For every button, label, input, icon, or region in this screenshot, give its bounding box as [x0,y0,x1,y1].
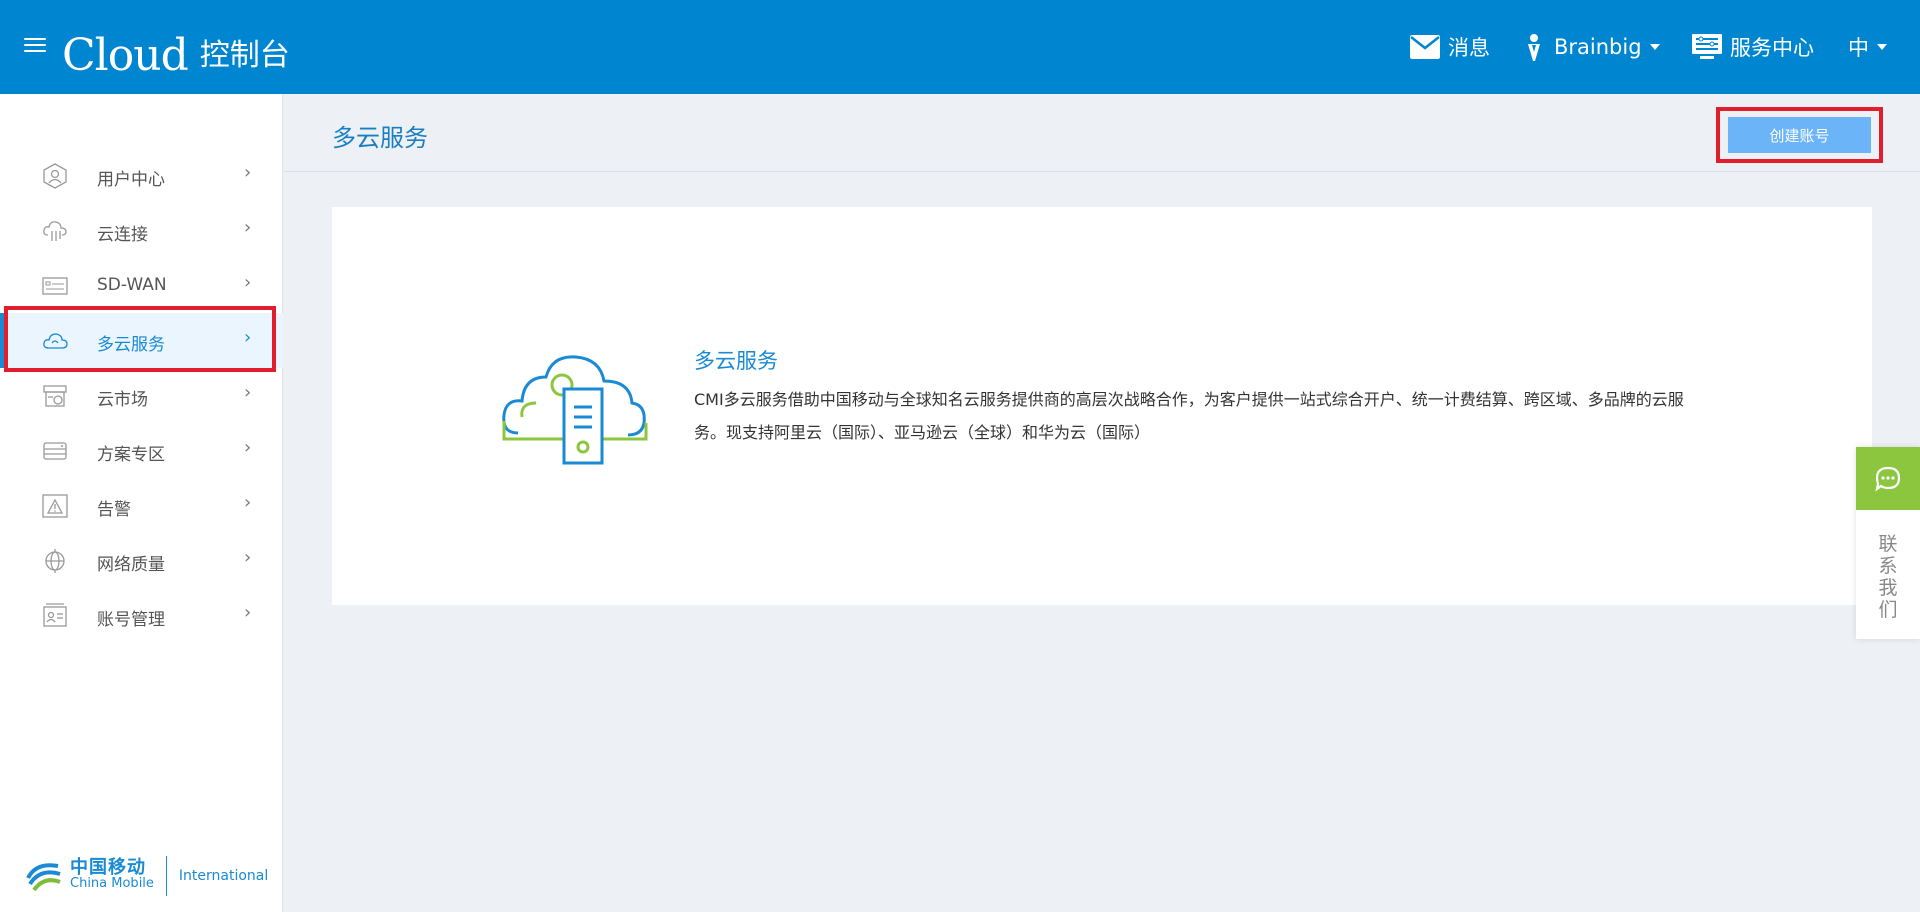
warning-icon [42,494,68,518]
account-card-icon [43,603,67,627]
sidebar-item-alarm[interactable]: 告警 › [0,478,283,533]
sidebar-item-account-management[interactable]: 账号管理 › [0,588,283,643]
brand[interactable]: Cloud 控制台 [62,22,290,78]
sidebar-item-label: SD-WAN [97,275,167,295]
china-mobile-text: 中国移动 China Mobile [70,857,154,892]
language-switcher[interactable]: 中 [1848,30,1887,64]
china-mobile-emblem-icon [26,863,61,892]
user-menu[interactable]: Brainbig [1524,30,1660,64]
service-center-icon [1692,34,1722,59]
sidebar-item-cloud-market[interactable]: 云市场 › [0,368,283,423]
china-mobile-cn: 中国移动 [70,857,146,878]
service-center-label: 服务中心 [1730,36,1814,60]
sidebar-item-label: 网络质量 [97,555,165,575]
sidebar-item-network-quality[interactable]: 网络质量 › [0,533,283,588]
language-label: 中 [1848,36,1869,60]
chevron-down-icon [1877,44,1887,50]
card-title: 多云服务 [694,349,778,373]
sidebar-item-label: 多云服务 [97,335,165,355]
sidebar-item-label: 云市场 [97,390,148,410]
user-center-icon [43,163,67,189]
contact-us-widget[interactable]: 联系我们 [1856,447,1920,639]
chevron-right-icon: › [244,602,252,623]
page-header: 多云服务 创建账号 [284,94,1920,172]
cloud-market-icon [43,385,67,407]
solution-zone-icon [43,442,67,460]
console-title: 控制台 [199,38,290,73]
cloud-connect-icon [43,221,67,241]
divider [165,856,167,896]
user-icon [1528,34,1540,61]
sidebar-item-cloud-connect[interactable]: 云连接 › [0,203,283,258]
chevron-right-icon: › [244,547,252,568]
china-mobile-logo: 中国移动 China Mobile International [24,852,268,900]
service-center-link[interactable]: 服务中心 [1692,30,1814,64]
mail-icon [1410,35,1440,59]
chevron-right-icon: › [244,437,252,458]
sidebar-item-user-center[interactable]: 用户中心 › [0,148,283,203]
sidebar-item-label: 告警 [97,500,131,520]
sidebar-item-label: 方案专区 [97,445,165,465]
sidebar: 用户中心 › 云连接 › SD-WAN › 多云服务 › 云市场 › 方案专区 … [0,94,283,912]
page-title: 多云服务 [332,124,428,152]
highlight-box: 创建账号 [1716,107,1883,163]
sidebar-item-multi-cloud[interactable]: 多云服务 › [0,313,283,368]
chevron-right-icon: › [244,382,252,403]
sd-wan-icon [42,277,68,295]
chat-icon [1875,466,1901,492]
chevron-down-icon [1649,44,1660,50]
globe-icon [45,549,65,573]
messages-label: 消息 [1448,36,1490,60]
messages-link[interactable]: 消息 [1410,30,1490,64]
card-description: CMI多云服务借助中国移动与全球知名云服务提供商的高层次战略合作，为客户提供一站… [694,390,1684,442]
sidebar-item-solution-zone[interactable]: 方案专区 › [0,423,283,478]
cloud-logo: Cloud [62,30,189,81]
sidebar-item-label: 云连接 [97,225,148,245]
contact-us-label: 联系我们 [1878,533,1898,621]
chevron-right-icon: › [244,217,252,238]
chevron-right-icon: › [244,162,252,183]
top-bar: Cloud 控制台 消息 Brainbig 服务中心 中 [0,0,1920,94]
sidebar-item-sd-wan[interactable]: SD-WAN › [0,258,283,313]
user-name: Brainbig [1554,35,1642,59]
sidebar-nav: 用户中心 › 云连接 › SD-WAN › 多云服务 › 云市场 › 方案专区 … [0,148,283,643]
hamburger-menu-icon[interactable] [24,38,46,56]
create-account-button[interactable]: 创建账号 [1728,117,1871,153]
china-mobile-en: China Mobile [70,876,154,891]
sidebar-item-label: 账号管理 [97,610,165,630]
sidebar-item-label: 用户中心 [97,170,165,190]
chevron-right-icon: › [244,272,252,293]
chevron-right-icon: › [244,327,252,348]
international-label: International [178,868,269,884]
chevron-right-icon: › [244,492,252,513]
multi-cloud-card: 多云服务 CMI多云服务借助中国移动与全球知名云服务提供商的高层次战略合作，为客… [332,207,1872,605]
cloud-server-illustration-icon [502,355,648,465]
multi-cloud-icon [43,333,68,349]
chat-button[interactable] [1856,447,1920,510]
